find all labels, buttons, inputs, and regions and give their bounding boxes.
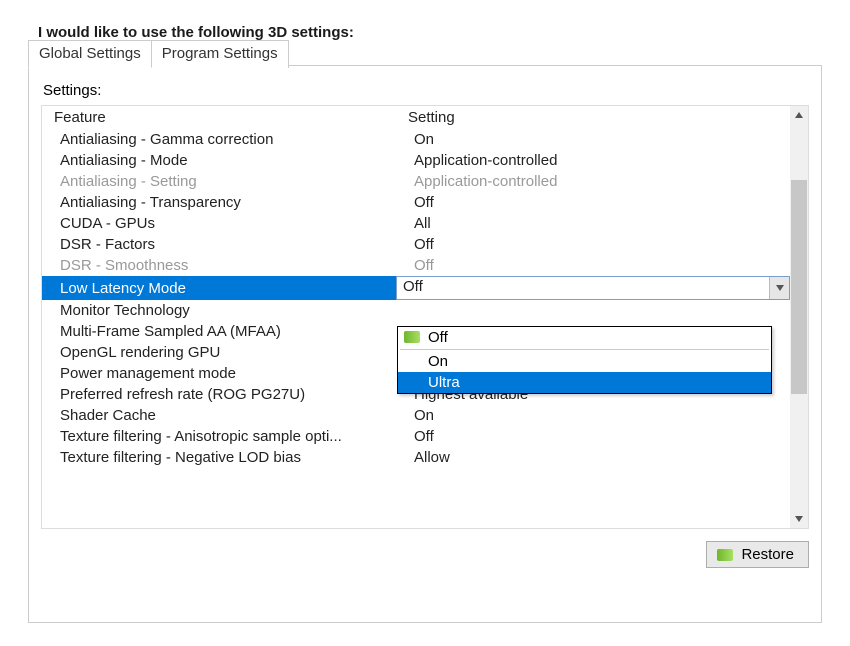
dropdown-option[interactable]: On (398, 351, 771, 372)
restore-button[interactable]: Restore (706, 541, 809, 568)
table-row[interactable]: Monitor Technology (42, 300, 790, 321)
restore-button-label: Restore (741, 546, 794, 563)
table-row: Antialiasing - SettingApplication-contro… (42, 171, 790, 192)
table-row[interactable]: Antialiasing - TransparencyOff (42, 192, 790, 213)
dropdown-option[interactable]: Off (398, 327, 771, 348)
tab-global-settings[interactable]: Global Settings (28, 40, 152, 68)
table-row-selected[interactable]: Low Latency Mode Off (42, 276, 790, 300)
panel-footer: Restore (41, 541, 809, 568)
column-headers: Feature Setting (42, 106, 790, 129)
table-row[interactable]: DSR - FactorsOff (42, 234, 790, 255)
setting-combobox[interactable]: Off (396, 276, 790, 300)
dropdown-menu: Off On Ultra (397, 326, 772, 394)
tabs: Global Settings Program Settings (28, 40, 289, 68)
dropdown-option[interactable]: Ultra (398, 372, 771, 393)
table-row[interactable]: Antialiasing - ModeApplication-controlle… (42, 150, 790, 171)
combobox-value: Off (397, 277, 769, 299)
scroll-down-icon[interactable] (790, 510, 808, 528)
settings-label: Settings: (43, 82, 807, 99)
table-row[interactable]: CUDA - GPUsAll (42, 213, 790, 234)
col-setting-header: Setting (396, 106, 790, 129)
table-row[interactable]: Shader CacheOn (42, 405, 790, 426)
tab-program-settings[interactable]: Program Settings (151, 40, 289, 68)
settings-panel: Global Settings Program Settings Setting… (28, 65, 822, 623)
settings-grid: Feature Setting Antialiasing - Gamma cor… (41, 105, 809, 529)
table-row: DSR - SmoothnessOff (42, 255, 790, 276)
scrollbar[interactable] (790, 106, 808, 528)
chevron-down-icon[interactable] (769, 277, 789, 299)
page-title: I would like to use the following 3D set… (38, 24, 822, 41)
table-row[interactable]: Texture filtering - Negative LOD biasAll… (42, 447, 790, 468)
scrollbar-thumb[interactable] (791, 180, 807, 394)
col-feature-header: Feature (42, 106, 396, 129)
scroll-up-icon[interactable] (790, 106, 808, 124)
table-row[interactable]: Texture filtering - Anisotropic sample o… (42, 426, 790, 447)
nvidia-logo-icon (717, 549, 733, 561)
table-row[interactable]: Antialiasing - Gamma correctionOn (42, 129, 790, 150)
divider (400, 349, 769, 350)
